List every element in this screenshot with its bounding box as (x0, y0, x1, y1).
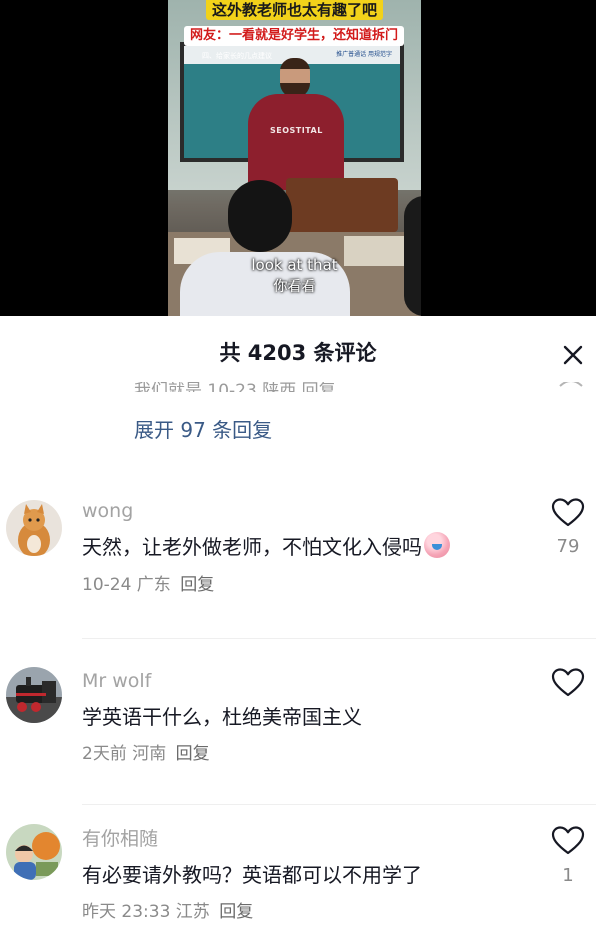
video-player[interactable]: 四、给家长的几点建议 推广普通话 用规范字 SEOSTITAL 这外教老师也太有… (0, 0, 596, 316)
comment-username[interactable]: 有你相随 (82, 826, 158, 852)
board-logo: 推广普通话 用规范字 (336, 51, 392, 58)
comment-text: 学英语干什么，杜绝美帝国主义 (82, 702, 362, 732)
podium (286, 178, 398, 232)
like-button[interactable] (550, 666, 586, 700)
divider (82, 638, 596, 639)
teacher-sweater: SEOSTITAL (248, 94, 344, 190)
comment-username[interactable]: Mr wolf (82, 668, 151, 694)
comment-text-content: 学英语干什么，杜绝美帝国主义 (82, 705, 362, 729)
reply-button[interactable]: 回复 (176, 744, 210, 764)
comments-panel: 共 4203 条评论 我们就是 10-23 陕西 回复 展开 97 条回复 wo… (0, 316, 596, 950)
heart-icon (559, 382, 583, 387)
comment-meta: 10-24 广东 回复 (82, 573, 214, 597)
comments-count-title: 共 4203 条评论 (219, 341, 377, 365)
heart-icon (551, 826, 585, 855)
comment-username[interactable]: wong (82, 498, 133, 524)
teacher-head (280, 58, 310, 98)
comment-meta: 昨天 23:33 江苏 回复 (82, 900, 253, 924)
comment-meta: 2天前 河南 回复 (82, 742, 210, 766)
caption-chinese: 你看看 (273, 279, 316, 295)
comment-item: Mr wolf 学英语干什么，杜绝美帝国主义 2天前 河南 回复 (0, 666, 596, 796)
video-title: 这外教老师也太有趣了吧 (206, 0, 384, 20)
previous-comment-meta: 我们就是 10-23 陕西 回复 (134, 382, 336, 392)
like-button[interactable] (550, 824, 586, 858)
heart-icon (551, 498, 585, 527)
student-head (228, 180, 292, 252)
caption-english: look at that (251, 256, 338, 274)
close-button[interactable] (556, 338, 590, 372)
comment-time-location: 10-24 广东 (82, 575, 171, 595)
emoji-face-icon (424, 532, 450, 558)
previous-like-count (556, 382, 586, 392)
comment-item: 有你相随 有必要请外教吗？英语都可以不用学了 昨天 23:33 江苏 回复 1 (0, 822, 596, 950)
comment-time-location: 昨天 23:33 江苏 (82, 902, 210, 922)
comment-time-location: 2天前 河南 (82, 744, 167, 764)
sweater-text: SEOSTITAL (270, 126, 323, 135)
comment-text-content: 有必要请外教吗？英语都可以不用学了 (82, 863, 422, 887)
board-heading: 四、给家长的几点建议 (202, 52, 272, 60)
expand-replies-link[interactable]: 展开 97 条回复 (134, 416, 272, 444)
reply-button[interactable]: 回复 (180, 575, 214, 595)
cat-avatar[interactable] (6, 500, 62, 556)
comment-text: 天然，让老外做老师，不怕文化入侵吗 (82, 532, 450, 562)
video-subtitle: 网友：一看就是好学生，还知道拆门 (184, 26, 405, 46)
comment-text-content: 天然，让老外做老师，不怕文化入侵吗 (82, 535, 422, 559)
child-avatar[interactable] (6, 824, 62, 880)
reply-button[interactable]: 回复 (219, 902, 253, 922)
close-icon (563, 345, 583, 365)
comment-text: 有必要请外教吗？英语都可以不用学了 (82, 860, 422, 890)
like-button[interactable] (550, 496, 586, 530)
locomotive-avatar[interactable] (6, 667, 62, 723)
like-count: 79 (556, 536, 580, 557)
heart-icon (551, 668, 585, 697)
like-count: 1 (562, 865, 574, 886)
comments-header: 共 4203 条评论 (0, 316, 596, 390)
comment-item: wong 天然，让老外做老师，不怕文化入侵吗 10-24 广东 回复 79 (0, 496, 596, 626)
divider (82, 804, 596, 805)
